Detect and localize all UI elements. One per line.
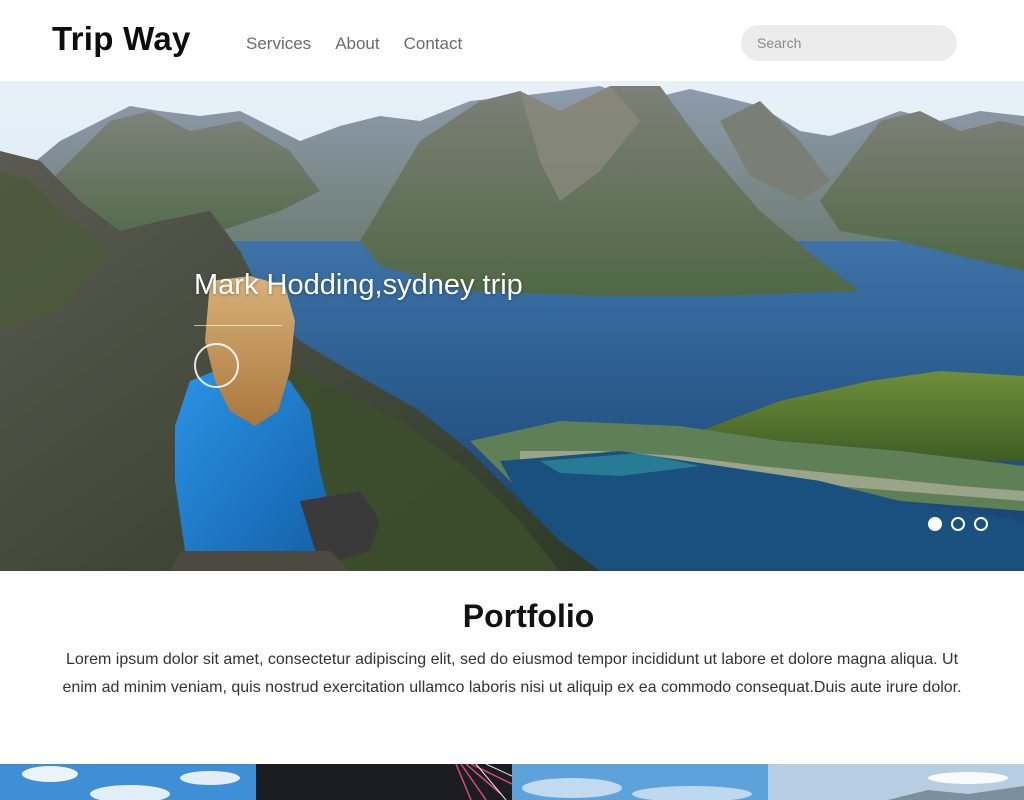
caption-divider [194,325,282,326]
slide-dot-3[interactable] [974,517,988,531]
gallery-image [0,764,256,800]
main-nav: Services About Contact [246,34,486,54]
brand-logo[interactable]: Trip Way [52,20,191,58]
gallery-item[interactable] [256,764,512,800]
nav-link-contact[interactable]: Contact [404,34,463,54]
play-circle-icon[interactable] [194,343,239,388]
gallery-image [512,764,768,800]
search-input[interactable] [741,25,957,61]
hero-slider: Mark Hodding,sydney trip [0,81,1024,571]
gallery-item[interactable] [768,764,1024,800]
gallery-image [768,764,1024,800]
section-title: Portfolio [462,598,595,634]
gallery-image [256,764,512,800]
site-header: Trip Way Services About Contact [0,0,1024,81]
portfolio-gallery [0,764,1024,800]
gallery-item[interactable] [512,764,768,800]
gallery-item[interactable] [0,764,256,800]
slider-pagination [928,517,988,531]
slide-caption: Mark Hodding,sydney trip [194,269,523,301]
nav-link-about[interactable]: About [335,34,379,54]
section-description: Lorem ipsum dolor sit amet, consectetur … [62,651,962,696]
slide-dot-2[interactable] [951,517,965,531]
hero-image [0,81,1024,571]
nav-link-services[interactable]: Services [246,34,311,54]
slide-dot-1[interactable] [928,517,942,531]
